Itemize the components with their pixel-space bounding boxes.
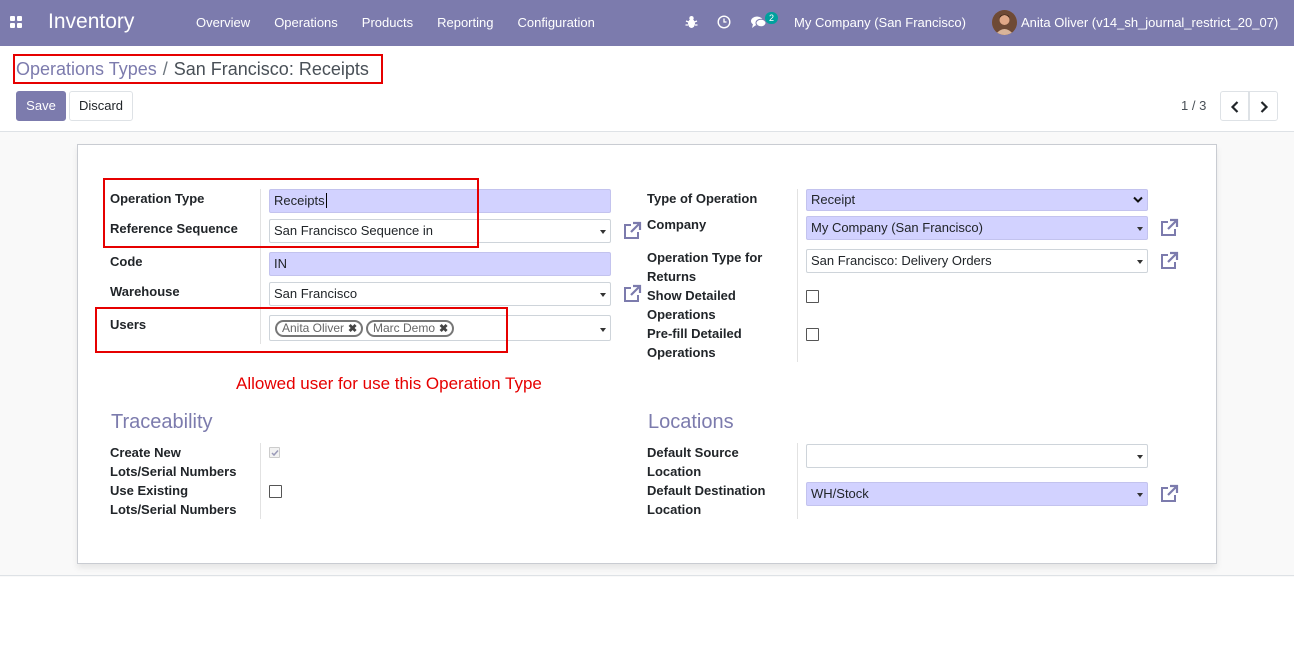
left-column-divider: [260, 189, 261, 344]
type-of-operation-value: Receipt: [811, 192, 856, 207]
code-input[interactable]: IN: [269, 252, 611, 276]
prefill-detailed-operations-checkbox[interactable]: [806, 328, 819, 341]
company-label: Company: [647, 217, 707, 232]
type-of-operation-label: Type of Operation: [647, 191, 758, 206]
external-link-icon[interactable]: [1159, 484, 1179, 504]
menu-overview[interactable]: Overview: [196, 15, 250, 30]
menu-reporting[interactable]: Reporting: [437, 15, 493, 30]
locations-section-title: Locations: [648, 411, 734, 433]
breadcrumb-current: San Francisco: Receipts: [173, 59, 369, 79]
dropdown-caret-icon: [600, 230, 606, 234]
breadcrumb: Operations Types / San Francisco: Receipts: [16, 59, 369, 80]
top-navbar: Inventory Overview Operations Products R…: [0, 0, 1294, 46]
chat-count-badge: 2: [765, 12, 779, 24]
chevron-down-icon: [1133, 196, 1143, 203]
breadcrumb-separator: /: [162, 59, 168, 79]
default-source-location-select[interactable]: [806, 444, 1148, 468]
traceability-divider: [260, 443, 261, 519]
default-destination-label-line2: Location: [647, 502, 702, 517]
dropdown-caret-icon: [600, 328, 606, 332]
external-link-icon[interactable]: [622, 284, 642, 304]
operation-type-value: Receipts: [274, 193, 325, 208]
default-source-label-line2: Location: [647, 464, 702, 479]
control-panel: Operations Types / San Francisco: Receipts…: [0, 46, 1294, 132]
dropdown-caret-icon: [1137, 493, 1143, 497]
dropdown-caret-icon: [1137, 227, 1143, 231]
pager-previous-button[interactable]: [1220, 91, 1249, 121]
company-switcher[interactable]: My Company (San Francisco): [794, 15, 966, 30]
user-tag-label: Anita Oliver: [282, 321, 345, 335]
default-source-label-line1: Default Source: [647, 445, 739, 460]
discard-button[interactable]: Discard: [69, 91, 133, 121]
breadcrumb-parent-link[interactable]: Operations Types: [16, 59, 157, 79]
company-select[interactable]: My Company (San Francisco): [806, 216, 1148, 240]
debug-bug-icon[interactable]: [685, 15, 698, 29]
chevron-left-icon: [1230, 101, 1239, 113]
menu-products[interactable]: Products: [362, 15, 413, 30]
right-column-divider: [797, 189, 798, 362]
user-tag-label: Marc Demo: [373, 321, 436, 335]
code-value: IN: [274, 256, 287, 271]
apps-menu-icon[interactable]: [10, 16, 23, 29]
dropdown-caret-icon: [1137, 260, 1143, 264]
show-detailed-operations-checkbox[interactable]: [806, 290, 819, 303]
return-type-label-line2: Returns: [647, 269, 697, 284]
reference-sequence-value: San Francisco Sequence in: [274, 223, 433, 238]
external-link-icon[interactable]: [622, 221, 642, 241]
app-name[interactable]: Inventory: [48, 10, 134, 34]
reference-sequence-label: Reference Sequence: [110, 221, 238, 236]
prefill-label-line1: Pre-fill Detailed: [647, 326, 742, 341]
return-type-value: San Francisco: Delivery Orders: [811, 253, 992, 268]
checkmark-icon: [271, 450, 279, 457]
default-destination-label-line1: Default Destination: [647, 483, 766, 498]
create-new-lots-label-line1: Create New: [110, 445, 181, 460]
user-tag[interactable]: Anita Oliver ✖: [275, 320, 364, 337]
use-existing-lots-label-line1: Use Existing: [110, 483, 189, 498]
code-label: Code: [110, 254, 143, 269]
company-value: My Company (San Francisco): [811, 220, 983, 235]
default-destination-location-select[interactable]: WH/Stock: [806, 482, 1148, 506]
operation-type-label: Operation Type: [110, 191, 205, 206]
reference-sequence-select[interactable]: San Francisco Sequence in: [269, 219, 611, 243]
users-many2many-field[interactable]: Anita Oliver ✖ Marc Demo ✖: [269, 315, 611, 341]
traceability-section-title: Traceability: [111, 411, 213, 433]
dropdown-caret-icon: [1137, 455, 1143, 459]
chevron-right-icon: [1260, 101, 1269, 113]
create-new-lots-label-line2: Lots/Serial Numbers: [110, 464, 237, 479]
remove-tag-icon[interactable]: ✖: [348, 323, 357, 335]
create-new-lots-checkbox: [269, 447, 280, 458]
prefill-label-line2: Operations: [647, 345, 716, 360]
return-type-label-line1: Operation Type for: [647, 250, 763, 265]
locations-divider: [797, 443, 798, 519]
warehouse-label: Warehouse: [110, 284, 180, 299]
save-button[interactable]: Save: [16, 91, 66, 121]
type-of-operation-select[interactable]: Receipt: [806, 189, 1148, 211]
menu-operations[interactable]: Operations: [274, 15, 338, 30]
dropdown-caret-icon: [600, 293, 606, 297]
use-existing-lots-checkbox[interactable]: [269, 485, 282, 498]
external-link-icon[interactable]: [1159, 251, 1179, 271]
external-link-icon[interactable]: [1159, 218, 1179, 238]
main-menu: Overview Operations Products Reporting C…: [196, 15, 619, 30]
show-detailed-label-line2: Operations: [647, 307, 716, 322]
warehouse-select[interactable]: San Francisco: [269, 282, 611, 306]
activity-clock-icon[interactable]: [717, 15, 731, 29]
operation-type-input[interactable]: Receipts: [269, 189, 611, 213]
user-menu[interactable]: Anita Oliver (v14_sh_journal_restrict_20…: [1021, 15, 1278, 30]
messages-button[interactable]: 2: [751, 12, 779, 29]
user-tag[interactable]: Marc Demo ✖: [366, 320, 455, 337]
default-destination-location-value: WH/Stock: [811, 486, 869, 501]
remove-tag-icon[interactable]: ✖: [439, 323, 448, 335]
users-annotation-note: Allowed user for use this Operation Type: [236, 374, 542, 393]
users-label: Users: [110, 317, 147, 332]
pager-next-button[interactable]: [1249, 91, 1278, 121]
show-detailed-label-line1: Show Detailed: [647, 288, 736, 303]
warehouse-value: San Francisco: [274, 286, 358, 301]
return-type-select[interactable]: San Francisco: Delivery Orders: [806, 249, 1148, 273]
pager-value[interactable]: 1 / 3: [1181, 98, 1206, 113]
use-existing-lots-label-line2: Lots/Serial Numbers: [110, 502, 237, 517]
menu-configuration[interactable]: Configuration: [517, 15, 594, 30]
user-avatar[interactable]: [992, 10, 1017, 35]
page-footer-area: [0, 577, 1294, 669]
